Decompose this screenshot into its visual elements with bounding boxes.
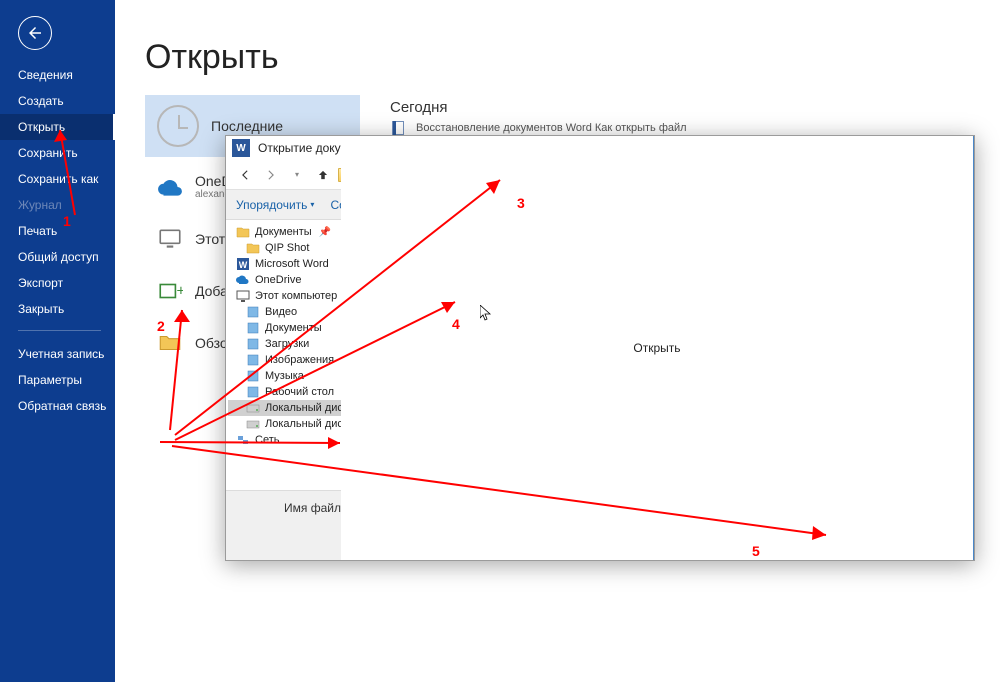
sidebar-item[interactable]: Печать xyxy=(0,218,115,244)
svg-text:+: + xyxy=(177,282,184,299)
svg-text:W: W xyxy=(239,260,248,270)
disk-icon xyxy=(246,402,260,414)
onedrive-icon xyxy=(236,274,250,286)
page-title: Открыть xyxy=(145,38,970,77)
sidebar-separator xyxy=(18,330,101,331)
nav-recent-button[interactable]: ▾ xyxy=(286,164,308,186)
sidebar-item[interactable]: Общий доступ xyxy=(0,244,115,270)
tree-node[interactable]: Загрузки xyxy=(228,336,353,352)
disk-icon xyxy=(246,418,260,430)
arrow-left-icon xyxy=(26,24,44,42)
library-icon xyxy=(246,386,260,398)
tree-node-label: Этот компьютер xyxy=(255,290,337,302)
cloud-icon xyxy=(157,174,183,200)
recent-doc-label: Восстановление документов Word Как откры… xyxy=(416,122,687,134)
word-icon: W xyxy=(236,258,250,270)
tree-node-label: QIP Shot xyxy=(265,242,309,254)
cursor-icon xyxy=(480,305,492,323)
tree-node[interactable]: Документы 📌 xyxy=(228,224,353,240)
tree-node-label: Сеть xyxy=(255,434,279,446)
tree-node-label: OneDrive xyxy=(255,274,301,286)
pc-icon xyxy=(236,290,250,302)
tree-node-label: Документы xyxy=(255,226,312,238)
tree-node[interactable]: Музыка xyxy=(228,368,353,384)
section-today: Сегодня xyxy=(390,99,970,116)
net-icon xyxy=(236,434,250,446)
backstage-sidebar: СведенияСоздатьОткрытьСохранитьСохранить… xyxy=(0,0,115,682)
sidebar-footer-item[interactable]: Обратная связь xyxy=(0,393,115,419)
open-file-dialog: W Открытие документа ▾ Пользователи›Алек… xyxy=(225,135,975,561)
annotation-3: 3 xyxy=(517,195,525,211)
tree-node[interactable]: OneDrive xyxy=(228,272,353,288)
sidebar-item[interactable]: Сведения xyxy=(0,62,115,88)
monitor-icon xyxy=(157,226,183,252)
sidebar-footer-item[interactable]: Параметры xyxy=(0,367,115,393)
tree-node-label: Документы xyxy=(265,322,322,334)
tree-node[interactable]: W Microsoft Word xyxy=(228,256,353,272)
arrow-left-icon xyxy=(238,168,252,182)
tree-node[interactable]: Локальный дис xyxy=(228,416,353,432)
folder-tree[interactable]: Документы 📌 QIP Shot W Microsoft Word OneDriv… xyxy=(226,220,356,490)
sidebar-item[interactable]: Закрыть xyxy=(0,296,115,322)
library-icon xyxy=(246,370,260,382)
nav-up-button[interactable] xyxy=(312,164,334,186)
arrow-right-icon xyxy=(264,168,278,182)
tree-node-label: Изображения xyxy=(265,354,334,366)
folder-icon xyxy=(236,226,250,238)
sidebar-item[interactable]: Создать xyxy=(0,88,115,114)
sidebar-footer-item[interactable]: Учетная запись xyxy=(0,341,115,367)
clock-icon xyxy=(157,105,199,147)
tree-node-label: Локальный дис xyxy=(265,418,343,430)
nav-forward-button[interactable] xyxy=(260,164,282,186)
sidebar-item[interactable]: Открыть xyxy=(0,114,115,140)
tree-node-label: Видео xyxy=(265,306,297,318)
library-icon xyxy=(246,306,260,318)
tree-node[interactable]: Видео xyxy=(228,304,353,320)
nav-back-button[interactable] xyxy=(234,164,256,186)
tree-node[interactable]: Рабочий стол xyxy=(228,384,353,400)
word-doc-icon xyxy=(390,120,406,136)
place-label: Последние xyxy=(211,118,283,134)
tree-node[interactable]: Сеть xyxy=(228,432,353,448)
tree-node[interactable]: Изображения xyxy=(228,352,353,368)
plus-icon: + xyxy=(157,278,183,304)
tree-node[interactable]: Локальный дис xyxy=(228,400,353,416)
pin-icon: 📌 xyxy=(319,227,331,238)
sidebar-item[interactable]: Сохранить как xyxy=(0,166,115,192)
tree-node-label: Рабочий стол xyxy=(265,386,334,398)
sidebar-item: Журнал xyxy=(0,192,115,218)
back-button[interactable] xyxy=(18,16,52,50)
sidebar-item[interactable]: Экспорт xyxy=(0,270,115,296)
filename-label: Имя файла: xyxy=(236,501,351,515)
open-button-label: Открыть xyxy=(341,136,974,560)
annotation-1: 1 xyxy=(63,213,71,229)
annotation-2: 2 xyxy=(157,318,165,334)
annotation-4: 4 xyxy=(452,316,460,332)
tree-node-label: Microsoft Word xyxy=(255,258,329,270)
folder-icon xyxy=(246,242,260,254)
library-icon xyxy=(246,338,260,350)
open-button[interactable]: Открыть ▼ xyxy=(784,527,870,550)
tree-node-label: Локальный дис xyxy=(265,402,343,414)
tree-node[interactable]: Документы xyxy=(228,320,353,336)
tree-node-label: Загрузки xyxy=(265,338,309,350)
library-icon xyxy=(246,354,260,366)
tree-node[interactable]: Этот компьютер xyxy=(228,288,353,304)
library-icon xyxy=(246,322,260,334)
sidebar-item[interactable]: Сохранить xyxy=(0,140,115,166)
annotation-5: 5 xyxy=(752,543,760,559)
tree-node[interactable]: QIP Shot xyxy=(228,240,353,256)
recent-document[interactable]: Восстановление документов Word Как откры… xyxy=(390,120,970,136)
arrow-up-icon xyxy=(316,168,330,182)
dialog-bottom-panel: Имя файла: Все файлы (*.*) Сервис ▾ Откр… xyxy=(226,490,974,560)
word-app-icon: W xyxy=(232,139,250,157)
organize-button[interactable]: Упорядочить ▾ xyxy=(236,198,314,212)
tree-node-label: Музыка xyxy=(265,370,304,382)
